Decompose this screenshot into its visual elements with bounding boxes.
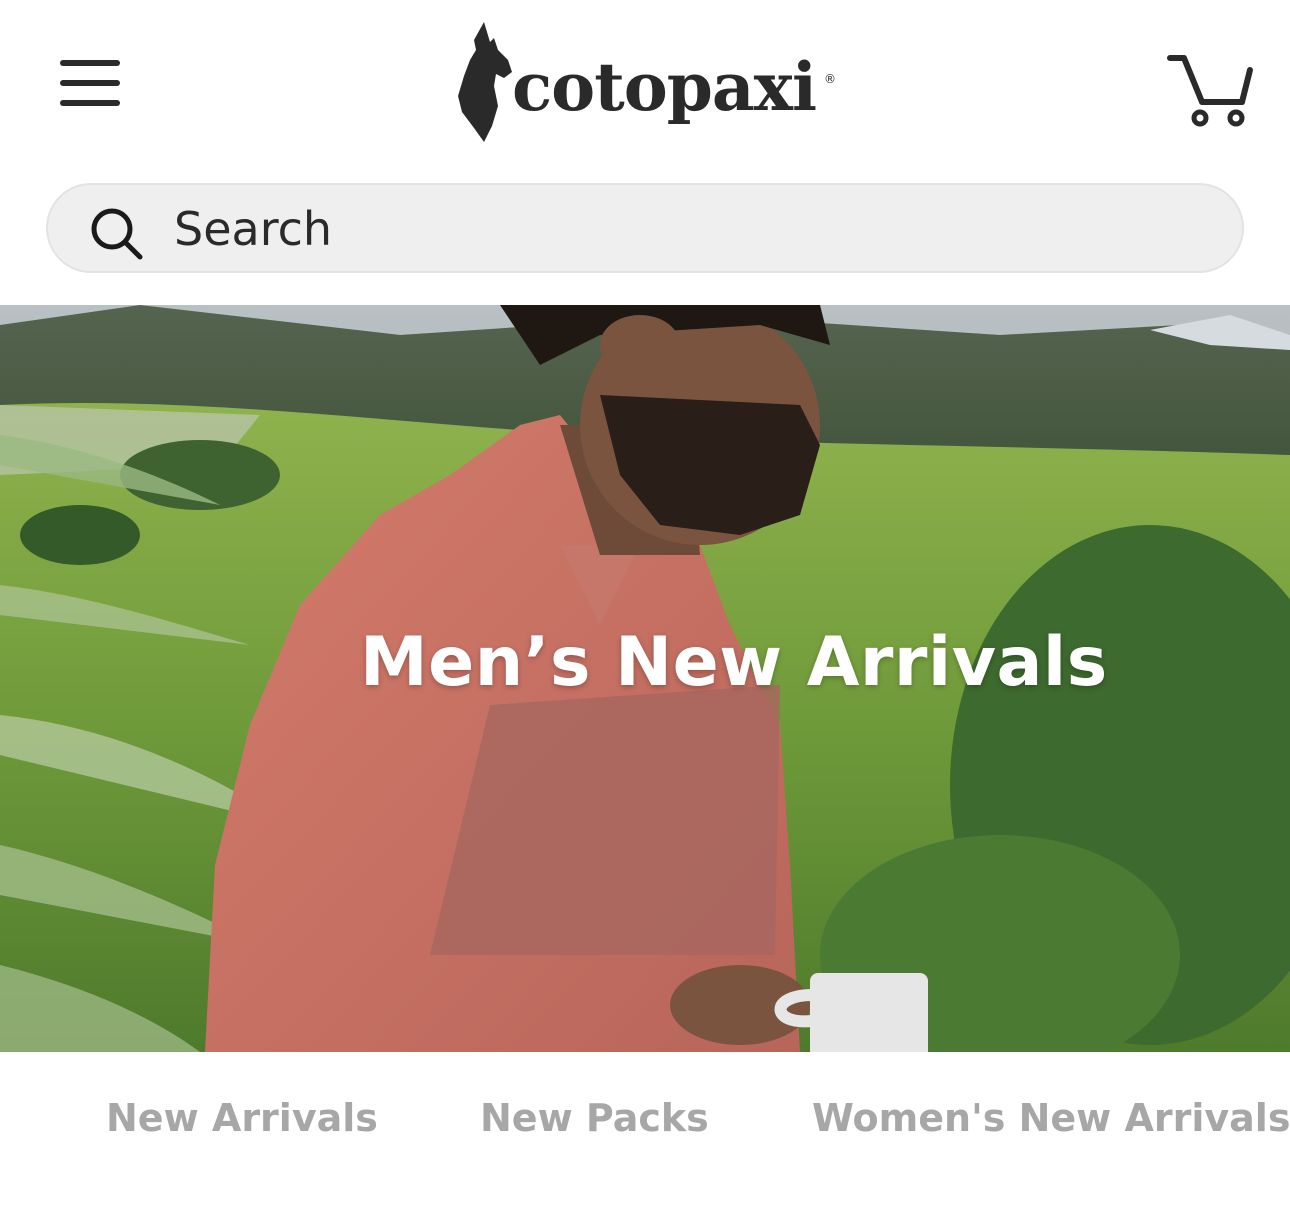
- logo-wordmark: cotopaxi: [512, 48, 817, 126]
- cart-button[interactable]: [1162, 46, 1258, 130]
- hamburger-menu-icon: [60, 60, 120, 106]
- tab-womens-new-arrivals[interactable]: Women's New Arrivals: [812, 1096, 1290, 1140]
- hero-title: Men’s New Arrivals: [360, 623, 1108, 702]
- header: cotopaxi ®: [0, 0, 1290, 175]
- tab-new-arrivals[interactable]: New Arrivals: [106, 1096, 378, 1140]
- shopping-cart-icon: [1167, 55, 1253, 127]
- registered-mark: ®: [824, 72, 836, 86]
- search-input[interactable]: [174, 197, 1214, 261]
- menu-button[interactable]: [56, 56, 124, 110]
- page: cotopaxi ® Search Men’s New Arrivals New…: [0, 0, 1290, 1206]
- category-tabs: New Arrivals New Packs Women's New Arriv…: [0, 1052, 1290, 1206]
- brand-logo[interactable]: cotopaxi ®: [454, 16, 846, 148]
- search-icon: [91, 208, 143, 260]
- hero-banner[interactable]: Men’s New Arrivals: [0, 305, 1290, 1052]
- search-bar[interactable]: [46, 183, 1244, 273]
- tab-new-packs[interactable]: New Packs: [480, 1096, 709, 1140]
